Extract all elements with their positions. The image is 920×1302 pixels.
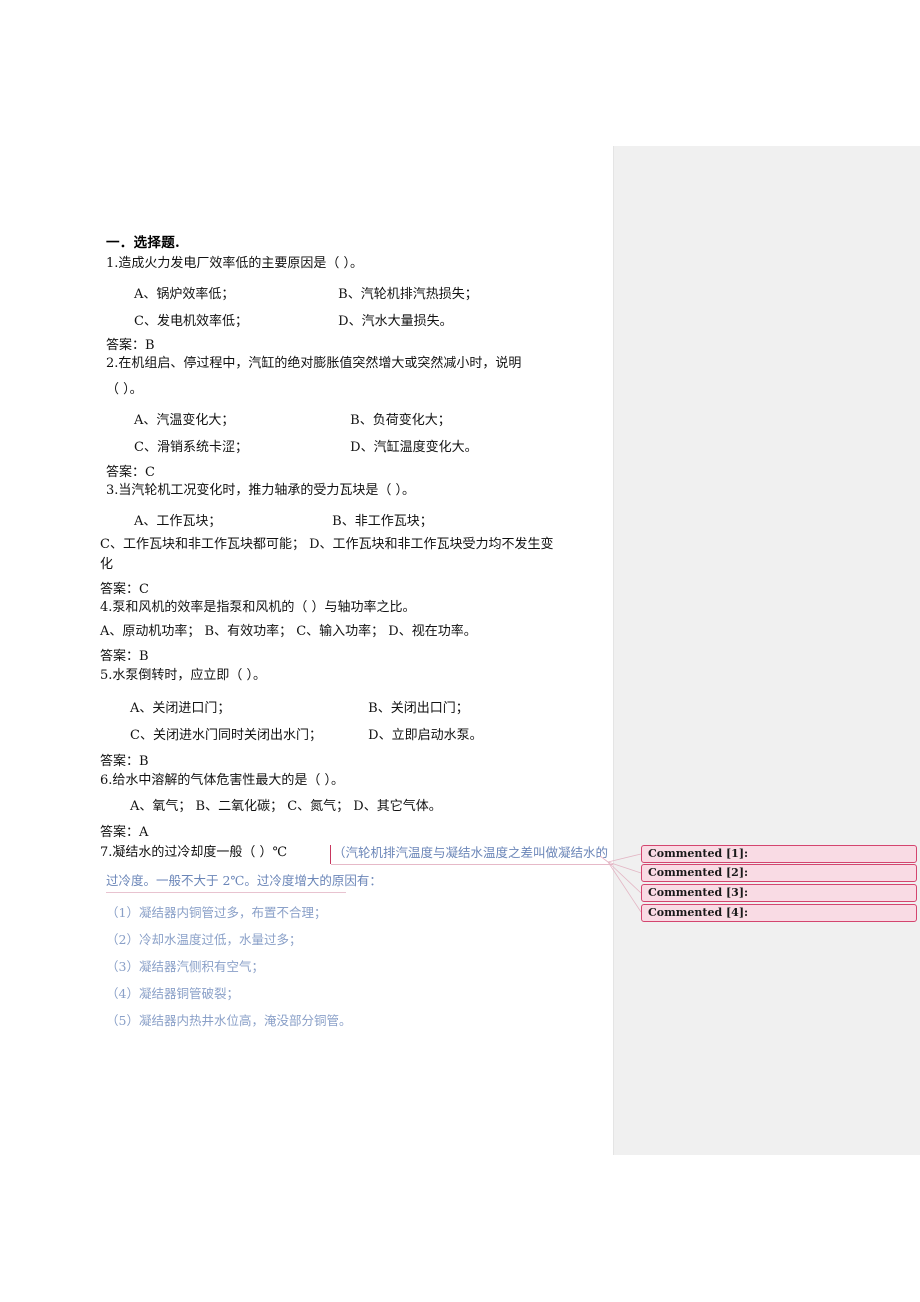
document-page: 一．选择题. 1.造成火力发电厂效率低的主要原因是（ ）。 A、锅炉效率低； B… [0, 0, 920, 1302]
option-c-1: C、发电机效率低； [134, 314, 248, 329]
comment-balloon-1[interactable]: Commented [1]: [641, 845, 917, 863]
question-stem-3: 3.当汽轮机工况变化时，推力轴承的受力瓦块是（ ）。 [106, 483, 416, 498]
question-6-wide-row: A、氧气； B、二氧化碳； C、氮气； D、其它气体。 [130, 799, 442, 814]
answer-2: 答案：C [106, 465, 155, 480]
revision-underline-2 [106, 892, 346, 893]
revision-list-item-1: （1）凝结器内铜管过多，布置不合理； [106, 905, 327, 920]
option-b-5: B、关闭出口门； [368, 701, 469, 716]
insertion-caret [330, 845, 331, 864]
option-c-5: C、关闭进水门同时关闭出水门； [130, 728, 322, 743]
question-1-option-row-1: A、锅炉效率低； B、汽轮机排汽热损失； [134, 283, 478, 302]
option-c-2: C、滑销系统卡涩； [134, 440, 248, 455]
question-5-option-row-2: C、关闭进水门同时关闭出水门； D、立即启动水泵。 [130, 724, 483, 743]
question-stem-2-cont: （ ）。 [106, 382, 143, 397]
question-2-option-row-1: A、汽温变化大； B、负荷变化大； [134, 409, 451, 428]
option-b-1: B、汽轮机排汽热损失； [338, 287, 478, 302]
option-a-3: A、工作瓦块； [134, 514, 222, 529]
question-1-option-row-2: C、发电机效率低； D、汽水大量损失。 [134, 310, 453, 329]
answer-6: 答案：A [100, 825, 149, 840]
comment-balloon-2[interactable]: Commented [2]: [641, 864, 917, 882]
document-body: 一．选择题. 1.造成火力发电厂效率低的主要原因是（ ）。 A、锅炉效率低； B… [0, 0, 920, 1302]
option-b-2: B、负荷变化大； [350, 413, 451, 428]
question-stem-2: 2.在机组启、停过程中，汽缸的绝对膨胀值突然增大或突然减小时，说明 [106, 356, 522, 371]
answer-4: 答案：B [100, 649, 149, 664]
revision-list-item-4: （4）凝结器铜管破裂； [106, 986, 239, 1001]
answer-5: 答案：B [100, 754, 149, 769]
question-stem-1: 1.造成火力发电厂效率低的主要原因是（ ）。 [106, 256, 364, 271]
question-3-option-row-1: A、工作瓦块； B、非工作瓦块； [134, 510, 433, 529]
question-2-option-row-2: C、滑销系统卡涩； D、汽缸温度变化大。 [134, 436, 478, 455]
revision-text-line-2: 过冷度。一般不大于 2℃。过冷度增大的原因有： [106, 873, 382, 888]
question-stem-5: 5.水泵倒转时，应立即（ ）。 [100, 668, 267, 683]
page-title: 一．选择题. [106, 235, 180, 251]
question-3-wide-row: C、工作瓦块和非工作瓦块都可能； D、工作瓦块和非工作瓦块受力均不发生变 [100, 537, 554, 552]
revision-list-item-5: （5）凝结器内热井水位高，淹没部分铜管。 [106, 1013, 352, 1028]
question-stem-7: 7.凝结水的过冷却度一般（ ）℃ [100, 845, 288, 860]
option-a-5: A、关闭进口门； [130, 701, 231, 716]
revision-underline-1 [331, 864, 613, 865]
option-d-5: D、立即启动水泵。 [368, 728, 483, 743]
option-d-2: D、汽缸温度变化大。 [350, 440, 478, 455]
revision-list-item-3: （3）凝结器汽侧积有空气； [106, 959, 264, 974]
answer-3: 答案：C [100, 582, 149, 597]
question-5-option-row-1: A、关闭进口门； B、关闭出口门； [130, 697, 469, 716]
question-4-wide-row: A、原动机功率； B、有效功率； C、输入功率； D、视在功率。 [100, 624, 477, 639]
answer-1: 答案：B [106, 338, 155, 353]
comment-balloon-4[interactable]: Commented [4]: [641, 904, 917, 922]
comment-balloon-3[interactable]: Commented [3]: [641, 884, 917, 902]
option-a-2: A、汽温变化大； [134, 413, 235, 428]
question-stem-4: 4.泵和风机的效率是指泵和风机的（ ）与轴功率之比。 [100, 600, 416, 615]
revision-list-item-2: （2）冷却水温度过低，水量过多； [106, 932, 302, 947]
revision-text-line-1: （汽轮机排汽温度与凝结水温度之差叫做凝结水的 [333, 845, 609, 860]
question-stem-6: 6.给水中溶解的气体危害性最大的是（ ）。 [100, 773, 345, 788]
option-b-3: B、非工作瓦块； [332, 514, 433, 529]
option-d-1: D、汽水大量损失。 [338, 314, 453, 329]
option-a-1: A、锅炉效率低； [134, 287, 235, 302]
question-3-wide-row-cont: 化 [100, 557, 114, 572]
